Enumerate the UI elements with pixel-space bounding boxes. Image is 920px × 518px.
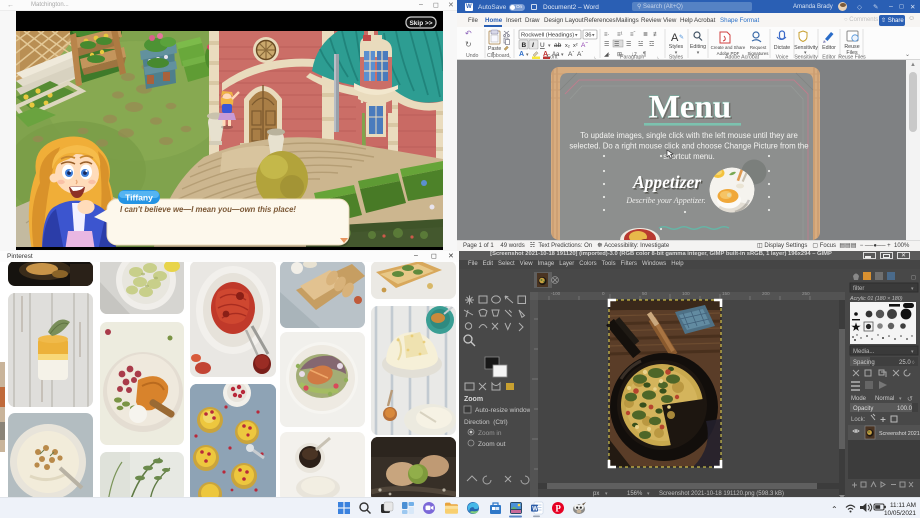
svg-text:100: 100 xyxy=(682,291,690,296)
svg-text:x²: x² xyxy=(573,43,578,49)
svg-text:A´: A´ xyxy=(568,51,575,58)
svg-text:▾: ▾ xyxy=(561,52,564,58)
svg-text:↺: ↺ xyxy=(907,396,913,403)
svg-text:I can't believe we—I mean you—: I can't believe we—I mean you—own this p… xyxy=(120,205,296,214)
svg-text:A: A xyxy=(519,51,524,58)
svg-text:I: I xyxy=(532,42,534,49)
svg-text:⌞: ⌞ xyxy=(509,53,512,59)
svg-text:10/05/2021: 10/05/2021 xyxy=(884,510,916,517)
svg-text:selected. Do a right mouse cl: selected. Do a right mouse click and cho… xyxy=(569,142,808,151)
svg-text:Media...: Media... xyxy=(853,349,875,355)
svg-text:◢·: ◢· xyxy=(604,52,611,58)
svg-text:≣: ≣ xyxy=(643,29,648,38)
svg-text:50: 50 xyxy=(642,291,648,296)
svg-text:⌄: ⌄ xyxy=(905,52,910,58)
svg-text:U: U xyxy=(540,42,545,49)
svg-text:Screenshot 2021: Screenshot 2021 xyxy=(879,431,920,437)
svg-text:Acrylic 01 (180 × 180): Acrylic 01 (180 × 180) xyxy=(849,296,903,302)
svg-text:Request: Request xyxy=(750,45,767,50)
svg-text:200: 200 xyxy=(762,291,770,296)
svg-text:0: 0 xyxy=(602,291,605,296)
svg-text:Auto-resize window: Auto-resize window xyxy=(475,407,532,414)
svg-text:☰: ☰ xyxy=(626,41,631,48)
svg-text:▾: ▾ xyxy=(526,52,529,58)
svg-text:Spacing: Spacing xyxy=(853,360,875,366)
svg-text:▾: ▾ xyxy=(548,43,551,49)
svg-text:Menu: Menu xyxy=(649,90,732,126)
svg-text:36: 36 xyxy=(585,33,591,39)
svg-text:☲: ☲ xyxy=(649,41,654,48)
svg-text:filter: filter xyxy=(853,286,864,292)
svg-text:Skip >>: Skip >> xyxy=(409,20,432,27)
svg-text:▾: ▾ xyxy=(697,50,700,56)
svg-text:A˝: A˝ xyxy=(581,41,588,49)
svg-text:11:11 AM: 11:11 AM xyxy=(890,502,916,509)
svg-text:≡·: ≡· xyxy=(604,32,610,38)
svg-text:-100: -100 xyxy=(551,291,561,296)
svg-text:P: P xyxy=(555,503,561,513)
svg-text:Appetizer: Appetizer xyxy=(632,172,701,192)
svg-text:Direction (Ctrl): Direction (Ctrl) xyxy=(464,419,508,426)
svg-text:Editor: Editor xyxy=(822,45,836,51)
svg-text:Tiffany: Tiffany xyxy=(125,193,153,203)
svg-text:Lock:: Lock: xyxy=(851,417,866,423)
svg-text:≢: ≢ xyxy=(653,31,659,38)
svg-text:Undo: Undo xyxy=(466,53,479,59)
svg-text:Opacity: Opacity xyxy=(853,406,873,412)
svg-text:Rockwell (Headings): Rockwell (Headings) xyxy=(521,33,574,39)
svg-text:A: A xyxy=(671,32,679,44)
svg-text:Dictate: Dictate xyxy=(774,45,791,51)
svg-text:B: B xyxy=(522,42,527,49)
svg-text:↶: ↶ xyxy=(465,29,472,38)
svg-text:25.0: 25.0 xyxy=(899,360,911,366)
svg-text:x₂: x₂ xyxy=(565,43,570,49)
svg-text:☰: ☰ xyxy=(614,41,619,48)
svg-text:✎: ✎ xyxy=(679,34,684,41)
svg-text:A`: A` xyxy=(577,51,584,58)
svg-text:≡ˉ: ≡ˉ xyxy=(630,32,636,38)
svg-text:Mode: Mode xyxy=(851,396,867,402)
svg-text:◻: ◻ xyxy=(911,275,916,281)
svg-text:Zoom out: Zoom out xyxy=(478,441,506,448)
svg-text:W: W xyxy=(532,507,538,513)
svg-text:≡¹: ≡¹ xyxy=(617,32,623,38)
svg-text:Clipboard: Clipboard xyxy=(487,53,509,59)
svg-text:⌃: ⌃ xyxy=(831,505,838,514)
svg-text:☰: ☰ xyxy=(604,41,609,48)
svg-text:Describe your Appetizer.: Describe your Appetizer. xyxy=(625,196,705,205)
svg-text:☱: ☱ xyxy=(638,41,643,48)
svg-text:Zoom in: Zoom in xyxy=(478,430,502,437)
svg-text:100.0: 100.0 xyxy=(897,406,913,412)
svg-text:Zoom: Zoom xyxy=(464,396,483,403)
svg-text:Create and Share: Create and Share xyxy=(711,45,746,50)
svg-text:To update images, single click: To update images, single click with the … xyxy=(580,131,798,140)
svg-text:150: 150 xyxy=(722,291,730,296)
svg-text:↻: ↻ xyxy=(465,40,472,49)
svg-text:Paste: Paste xyxy=(488,46,501,52)
svg-text:ab: ab xyxy=(554,42,562,49)
svg-text:250: 250 xyxy=(802,291,810,296)
svg-text:Normal: Normal xyxy=(875,396,894,402)
